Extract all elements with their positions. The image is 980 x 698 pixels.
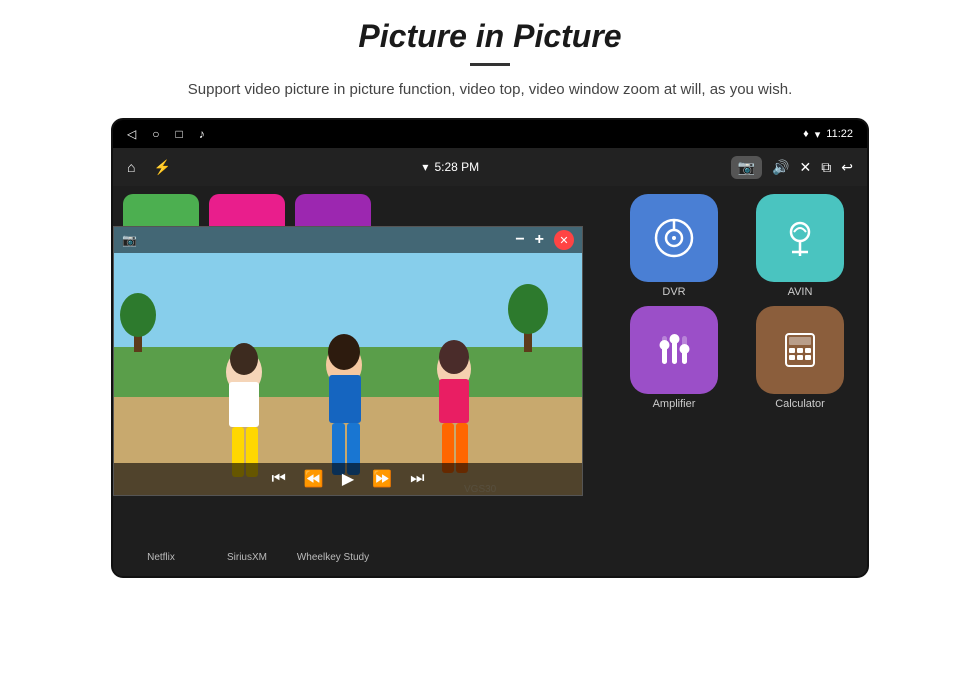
wifi-icon: ▾: [815, 128, 821, 141]
camera-button[interactable]: 📷: [731, 156, 762, 179]
calculator-app-icon[interactable]: [756, 306, 844, 394]
pip-playback-controls: ⏮ ⏪ ▶ ⏩ ⏭: [114, 463, 582, 495]
pip-header: 📷 − + ✕: [114, 227, 582, 253]
usb-icon: ⚡: [153, 159, 170, 176]
location-icon: ♦: [803, 128, 809, 140]
calculator-app-cell: Calculator: [741, 306, 859, 410]
toolbar-right: 📷 🔊 ✕ ⧉ ↩: [731, 156, 853, 179]
app-toolbar: ⌂ ⚡ ▾ 5:28 PM 📷 🔊 ✕ ⧉ ↩: [113, 148, 867, 186]
pip-minus-button[interactable]: −: [515, 231, 524, 249]
pip-video-svg: VGS30: [114, 227, 582, 495]
title-divider: [470, 63, 510, 66]
avin-app-cell: AVIN: [741, 194, 859, 298]
volume-icon[interactable]: 🔊: [772, 159, 789, 176]
dvr-app-icon[interactable]: [630, 194, 718, 282]
prev-icon[interactable]: ⏪: [304, 469, 324, 489]
wifi-toolbar-icon: ▾: [422, 160, 428, 174]
avin-label: AVIN: [788, 286, 813, 298]
status-bar-nav: ◁ ○ □ ♪: [127, 127, 205, 141]
content-area: 📷 − + ✕: [113, 186, 867, 538]
netflix-bottom-label: Netflix: [123, 552, 199, 563]
amplifier-icon-svg: [652, 328, 696, 372]
back-nav-icon[interactable]: ◁: [127, 127, 136, 141]
pip-toolbar-icon[interactable]: ⧉: [821, 159, 831, 176]
pip-close-button[interactable]: ✕: [554, 230, 574, 250]
wheelkey-bottom-label: Wheelkey Study: [295, 552, 371, 563]
device-mockup: ◁ ○ □ ♪ ♦ ▾ 11:22 ⌂ ⚡ ▾ 5:28 PM 📷: [111, 118, 869, 578]
back-toolbar-icon[interactable]: ↩: [841, 159, 853, 176]
calculator-icon-svg: [778, 328, 822, 372]
recents-nav-icon[interactable]: □: [175, 127, 182, 141]
amplifier-app-cell: Amplifier: [615, 306, 733, 410]
toolbar-time: 5:28 PM: [434, 160, 479, 174]
pip-controls-right: − + ✕: [515, 230, 574, 250]
status-bar-system: ♦ ▾ 11:22: [803, 128, 853, 141]
status-time: 11:22: [826, 128, 853, 140]
next-icon[interactable]: ⏩: [372, 469, 392, 489]
toolbar-left: ⌂ ⚡: [127, 159, 171, 176]
toolbar-center: ▾ 5:28 PM: [422, 160, 479, 174]
page-title: Picture in Picture: [358, 18, 621, 55]
pip-camera-icon: 📷: [122, 233, 137, 247]
amplifier-app-icon[interactable]: [630, 306, 718, 394]
right-apps-grid: DVR AVIN: [607, 186, 867, 538]
dvr-icon-svg: [652, 216, 696, 260]
page-container: Picture in Picture Support video picture…: [0, 0, 980, 698]
home-icon[interactable]: ⌂: [127, 159, 135, 175]
avin-icon-svg: [778, 216, 822, 260]
pip-video-scene: VGS30: [114, 227, 582, 495]
avin-app-icon[interactable]: [756, 194, 844, 282]
bottom-labels-row: Netflix SiriusXM Wheelkey Study: [113, 538, 867, 576]
close-toolbar-icon[interactable]: ✕: [800, 159, 812, 176]
home-nav-icon[interactable]: ○: [152, 127, 159, 141]
fast-forward-icon[interactable]: ⏭: [410, 470, 424, 488]
siriusxm-bottom-label: SiriusXM: [209, 552, 285, 563]
pip-plus-button[interactable]: +: [535, 231, 544, 249]
music-nav-icon[interactable]: ♪: [199, 127, 205, 141]
dvr-label: DVR: [662, 286, 685, 298]
amplifier-label: Amplifier: [653, 398, 696, 410]
rewind-icon[interactable]: ⏮: [272, 470, 286, 488]
dvr-app-cell: DVR: [615, 194, 733, 298]
status-bar: ◁ ○ □ ♪ ♦ ▾ 11:22: [113, 120, 867, 148]
main-content: 📷 − + ✕: [113, 186, 867, 576]
play-icon[interactable]: ▶: [342, 469, 354, 489]
calculator-label: Calculator: [775, 398, 825, 410]
page-subtitle: Support video picture in picture functio…: [188, 78, 792, 102]
pip-video-overlay[interactable]: 📷 − + ✕: [113, 226, 583, 496]
